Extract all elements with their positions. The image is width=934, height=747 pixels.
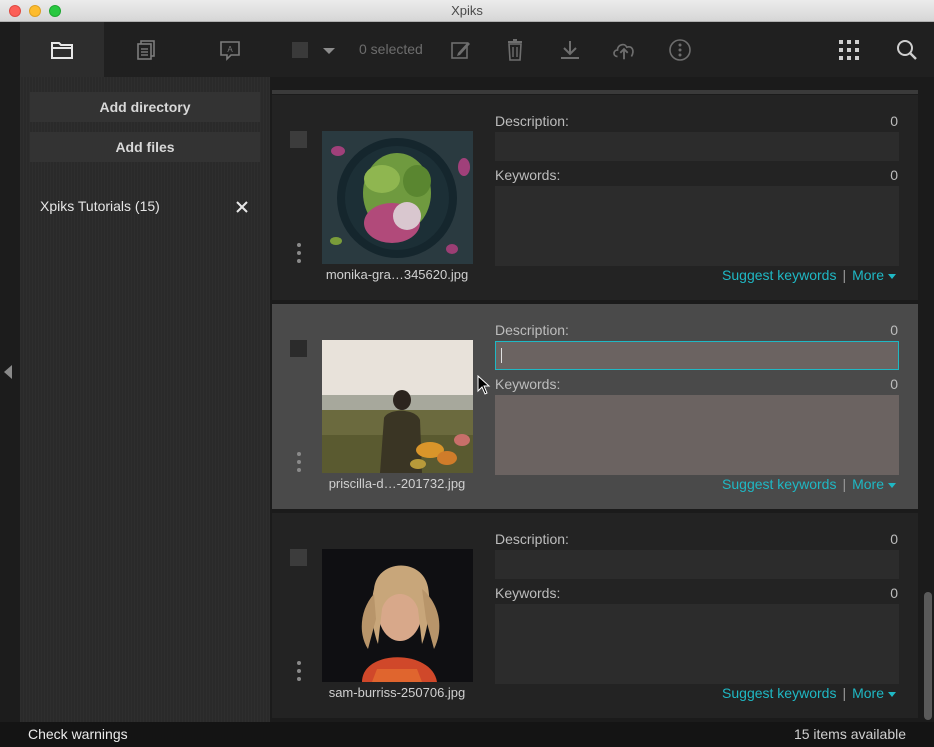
keywords-label: Keywords: bbox=[495, 376, 561, 392]
search-icon[interactable] bbox=[894, 37, 920, 63]
text-caret bbox=[501, 348, 502, 363]
status-bar: Check warnings 15 items available bbox=[0, 722, 934, 747]
keywords-count: 0 bbox=[890, 585, 898, 601]
keywords-count: 0 bbox=[890, 376, 898, 392]
list-item[interactable]: sam-burriss-250706.jpg Description: 0 Ke… bbox=[272, 513, 918, 718]
item-thumbnail[interactable] bbox=[322, 340, 473, 473]
description-label: Description: bbox=[495, 322, 569, 338]
window-title: Xpiks bbox=[451, 3, 483, 18]
more-label: More bbox=[852, 267, 884, 283]
item-links: Suggest keywords | More bbox=[722, 267, 896, 283]
description-count: 0 bbox=[890, 531, 898, 547]
select-all-checkbox[interactable] bbox=[292, 42, 308, 58]
scrollbar-thumb[interactable] bbox=[924, 592, 932, 720]
folder-icon bbox=[51, 41, 73, 59]
description-label: Description: bbox=[495, 113, 569, 129]
link-separator: | bbox=[842, 685, 847, 701]
item-links: Suggest keywords | More bbox=[722, 685, 896, 701]
edit-icon[interactable] bbox=[448, 37, 474, 63]
more-label: More bbox=[852, 476, 884, 492]
add-directory-button[interactable]: Add directory bbox=[30, 92, 260, 122]
keywords-count: 0 bbox=[890, 167, 898, 183]
close-icon[interactable] bbox=[234, 199, 250, 215]
item-menu-icon[interactable] bbox=[296, 243, 302, 267]
item-filename: sam-burriss-250706.jpg bbox=[328, 685, 466, 700]
suggest-keywords-link[interactable]: Suggest keywords bbox=[722, 685, 836, 701]
keywords-input[interactable] bbox=[495, 604, 899, 684]
keywords-label: Keywords: bbox=[495, 167, 561, 183]
item-links: Suggest keywords | More bbox=[722, 476, 896, 492]
collapse-arrow-icon[interactable] bbox=[4, 365, 12, 379]
item-checkbox[interactable] bbox=[290, 340, 307, 357]
documents-icon bbox=[137, 39, 155, 60]
list-item[interactable]: priscilla-d…-201732.jpg Description: 0 K… bbox=[272, 304, 918, 509]
sidebar-collapse-strip[interactable] bbox=[0, 22, 20, 722]
keywords-input[interactable] bbox=[495, 395, 899, 475]
app-window: Xpiks A 0 selected Add directory Add fil… bbox=[0, 0, 934, 747]
selected-count: 0 selected bbox=[359, 41, 423, 57]
more-icon[interactable] bbox=[667, 37, 693, 63]
select-dropdown-icon[interactable] bbox=[323, 48, 335, 54]
description-count: 0 bbox=[890, 113, 898, 129]
download-icon[interactable] bbox=[557, 37, 583, 63]
directory-item[interactable]: Xpiks Tutorials (15) bbox=[40, 198, 160, 214]
item-filename: monika-gra…345620.jpg bbox=[325, 267, 469, 282]
keywords-input[interactable] bbox=[495, 186, 899, 266]
list-item[interactable]: monika-gra…345620.jpg Description: 0 Key… bbox=[272, 95, 918, 300]
item-filename: priscilla-d…-201732.jpg bbox=[328, 476, 466, 491]
more-link[interactable]: More bbox=[852, 685, 896, 701]
grid-icon[interactable] bbox=[836, 37, 862, 63]
suggest-keywords-link[interactable]: Suggest keywords bbox=[722, 267, 836, 283]
link-separator: | bbox=[842, 476, 847, 492]
toolbar: A 0 selected bbox=[20, 22, 934, 77]
item-menu-icon[interactable] bbox=[296, 661, 302, 685]
description-label: Description: bbox=[495, 531, 569, 547]
svg-text:A: A bbox=[227, 45, 233, 54]
more-label: More bbox=[852, 685, 884, 701]
description-input[interactable] bbox=[495, 132, 899, 161]
cloud-upload-icon[interactable] bbox=[611, 37, 637, 63]
title-bar: Xpiks bbox=[0, 0, 934, 22]
link-separator: | bbox=[842, 267, 847, 283]
more-link[interactable]: More bbox=[852, 476, 896, 492]
tab-files[interactable] bbox=[20, 22, 104, 77]
suggest-keywords-link[interactable]: Suggest keywords bbox=[722, 476, 836, 492]
check-warnings-link[interactable]: Check warnings bbox=[28, 726, 128, 742]
item-menu-icon[interactable] bbox=[296, 452, 302, 476]
item-checkbox[interactable] bbox=[290, 131, 307, 148]
chevron-down-icon bbox=[888, 273, 896, 279]
description-input[interactable] bbox=[495, 341, 899, 370]
description-count: 0 bbox=[890, 322, 898, 338]
image-text-icon: A bbox=[220, 40, 240, 61]
more-link[interactable]: More bbox=[852, 267, 896, 283]
mouse-cursor-icon bbox=[477, 375, 491, 395]
chevron-down-icon bbox=[888, 691, 896, 697]
sidebar: Add directory Add files Xpiks Tutorials … bbox=[20, 77, 270, 722]
chevron-down-icon bbox=[888, 482, 896, 488]
item-thumbnail[interactable] bbox=[322, 549, 473, 682]
list-top-divider bbox=[272, 90, 918, 94]
item-thumbnail[interactable] bbox=[322, 131, 473, 264]
add-files-button[interactable]: Add files bbox=[30, 132, 260, 162]
artwork-list[interactable]: monika-gra…345620.jpg Description: 0 Key… bbox=[270, 77, 922, 722]
list-scrollbar[interactable] bbox=[922, 77, 934, 722]
item-checkbox[interactable] bbox=[290, 549, 307, 566]
items-available-count: 15 items available bbox=[793, 726, 906, 742]
tab-spell-check[interactable]: A bbox=[188, 22, 272, 77]
trash-icon[interactable] bbox=[502, 37, 528, 63]
keywords-label: Keywords: bbox=[495, 585, 561, 601]
description-input[interactable] bbox=[495, 550, 899, 579]
tab-combined-edit[interactable] bbox=[104, 22, 188, 77]
